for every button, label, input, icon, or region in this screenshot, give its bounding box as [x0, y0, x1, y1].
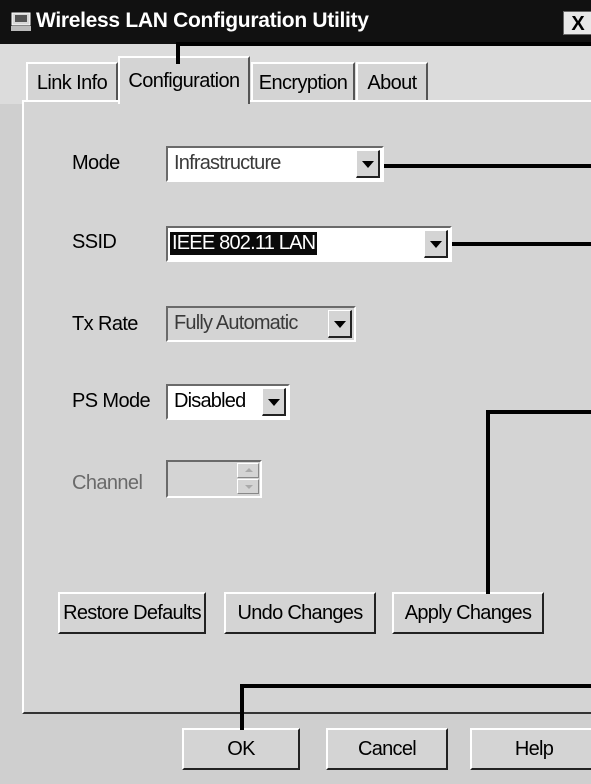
ps-mode-value: Disabled — [174, 390, 246, 412]
ps-mode-select[interactable]: Disabled — [166, 384, 290, 420]
cancel-button[interactable]: Cancel — [326, 728, 448, 770]
ssid-combobox[interactable]: IEEE 802.11 LAN — [166, 226, 452, 262]
tab-configuration[interactable]: Configuration — [118, 56, 250, 104]
title-bar[interactable]: Wireless LAN Configuration Utility X — [0, 0, 591, 44]
callout-line — [240, 684, 244, 730]
chevron-down-icon[interactable] — [262, 388, 286, 416]
apply-changes-button[interactable]: Apply Changes — [392, 592, 544, 634]
callout-line — [384, 164, 591, 168]
mode-select[interactable]: Infrastructure — [166, 146, 384, 182]
tab-about[interactable]: About — [356, 62, 428, 100]
callout-line — [452, 242, 591, 246]
chevron-down-icon[interactable] — [328, 310, 352, 338]
spin-down-icon — [237, 479, 259, 494]
ps-mode-label: PS Mode — [72, 390, 151, 412]
callout-line — [176, 42, 591, 46]
channel-label: Channel — [72, 472, 143, 494]
restore-defaults-button[interactable]: Restore Defaults — [58, 592, 206, 634]
ssid-label: SSID — [72, 231, 117, 253]
ssid-value[interactable]: IEEE 802.11 LAN — [170, 232, 318, 255]
tab-encryption[interactable]: Encryption — [251, 62, 355, 100]
chevron-down-icon[interactable] — [356, 150, 380, 178]
help-button[interactable]: Help — [470, 728, 591, 770]
channel-spinner — [166, 460, 262, 498]
callout-line — [240, 684, 591, 688]
spin-up-icon — [237, 463, 259, 478]
callout-line — [486, 410, 490, 594]
chevron-down-icon[interactable] — [424, 230, 448, 258]
callout-line — [486, 410, 591, 414]
window-title: Wireless LAN Configuration Utility — [36, 9, 369, 32]
tx-rate-label: Tx Rate — [72, 313, 138, 335]
tx-rate-select[interactable]: Fully Automatic — [166, 306, 356, 342]
close-button[interactable]: X — [563, 11, 591, 35]
config-utility-window: Wireless LAN Configuration Utility X Lin… — [0, 0, 591, 784]
mode-label: Mode — [72, 152, 120, 174]
mode-value: Infrastructure — [174, 152, 281, 174]
undo-changes-button[interactable]: Undo Changes — [224, 592, 376, 634]
network-card-icon — [11, 12, 31, 31]
ok-button[interactable]: OK — [182, 728, 300, 770]
tab-link-info[interactable]: Link Info — [26, 62, 118, 100]
tx-rate-value: Fully Automatic — [174, 312, 298, 334]
